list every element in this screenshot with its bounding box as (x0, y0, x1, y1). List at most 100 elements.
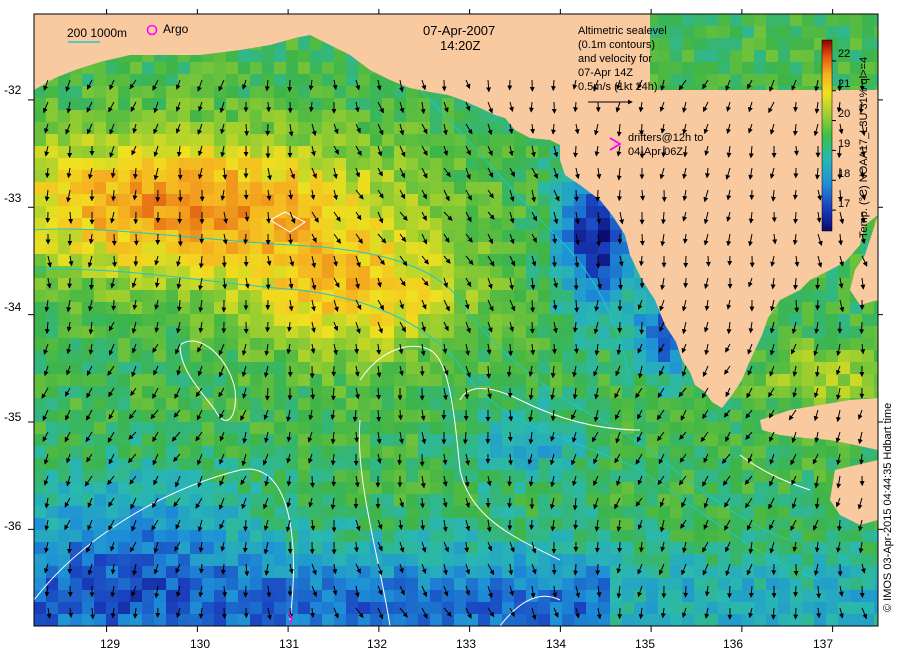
sst-cell (226, 398, 239, 411)
sst-cell (82, 218, 95, 231)
x-tick-label: 135 (635, 637, 656, 651)
sst-cell (262, 410, 275, 423)
sst-cell (706, 542, 719, 555)
sst-cell (370, 446, 383, 459)
sst-cell (202, 290, 215, 303)
sst-cell (226, 446, 239, 459)
sst-cell (742, 398, 755, 411)
sst-cell (334, 446, 347, 459)
sst-cell (538, 170, 551, 183)
sst-cell (682, 398, 695, 411)
sst-cell (322, 266, 335, 279)
sst-cell (514, 518, 527, 531)
sst-cell (142, 566, 155, 579)
sst-cell (766, 374, 779, 387)
sst-cell (742, 62, 755, 75)
sst-cell (850, 38, 863, 51)
sst-cell (478, 590, 491, 603)
sst-cell (514, 530, 527, 543)
sst-cell (370, 458, 383, 471)
sst-cell (550, 458, 563, 471)
sst-cell (214, 458, 227, 471)
sst-cell (874, 314, 878, 327)
sst-cell (322, 182, 335, 195)
sst-cell (862, 530, 875, 543)
sst-cell (610, 482, 623, 495)
sst-cell (58, 146, 71, 159)
sst-cell (562, 386, 575, 399)
sst-cell (70, 350, 83, 363)
sst-cell (322, 602, 335, 615)
sst-cell (442, 458, 455, 471)
sst-cell (334, 374, 347, 387)
sst-cell (646, 590, 659, 603)
sst-cell (106, 386, 119, 399)
sst-cell (298, 530, 311, 543)
sst-cell (250, 602, 263, 615)
sst-cell (70, 170, 83, 183)
sst-cell (346, 422, 359, 435)
sst-cell (310, 530, 323, 543)
sst-cell (406, 482, 419, 495)
sst-cell (70, 410, 83, 423)
sst-cell (118, 290, 131, 303)
sst-cell (358, 230, 371, 243)
sst-cell (202, 134, 215, 147)
sst-cell (502, 398, 515, 411)
sst-cell (142, 482, 155, 495)
sst-cell (238, 470, 251, 483)
sst-cell (538, 578, 551, 591)
sst-cell (394, 110, 407, 123)
sst-cell (154, 362, 167, 375)
sst-cell (490, 566, 503, 579)
sst-cell (238, 494, 251, 507)
sst-cell (394, 146, 407, 159)
sst-cell (94, 230, 107, 243)
sst-cell (262, 530, 275, 543)
sst-cell (118, 134, 131, 147)
sst-cell (406, 398, 419, 411)
sst-cell (610, 590, 623, 603)
sst-cell (142, 398, 155, 411)
sst-cell (550, 314, 563, 327)
sst-cell (190, 458, 203, 471)
sst-cell (286, 542, 299, 555)
sst-cell (274, 158, 287, 171)
sst-cell (754, 38, 767, 51)
sst-cell (466, 446, 479, 459)
sst-cell (202, 530, 215, 543)
sst-cell (598, 554, 611, 567)
sst-cell (262, 254, 275, 267)
sst-cell (310, 218, 323, 231)
sst-cell (142, 374, 155, 387)
sst-cell (598, 362, 611, 375)
sst-cell (406, 194, 419, 207)
sst-cell (358, 158, 371, 171)
sst-cell (34, 326, 47, 339)
sst-cell (370, 110, 383, 123)
altimetry-note-line-5: 0.5m/s (1kt 24h) (578, 81, 658, 93)
sst-cell (238, 50, 251, 63)
sst-cell (274, 602, 287, 615)
sst-cell (58, 314, 71, 327)
sst-cell (70, 110, 83, 123)
sst-cell (622, 302, 635, 315)
sst-cell (418, 422, 431, 435)
sst-cell (490, 326, 503, 339)
sst-cell (478, 302, 491, 315)
sst-cell (826, 14, 839, 27)
sst-cell (766, 602, 779, 615)
sst-cell (238, 578, 251, 591)
sst-cell (334, 302, 347, 315)
sst-cell (154, 398, 167, 411)
sst-cell (838, 266, 851, 279)
sst-cell (874, 362, 878, 375)
sst-cell (154, 110, 167, 123)
sst-cell (598, 530, 611, 543)
sst-cell (142, 446, 155, 459)
sst-cell (574, 218, 587, 231)
sst-cell (178, 446, 191, 459)
sst-cell (850, 590, 863, 603)
sst-cell (94, 590, 107, 603)
sst-cell (502, 206, 515, 219)
